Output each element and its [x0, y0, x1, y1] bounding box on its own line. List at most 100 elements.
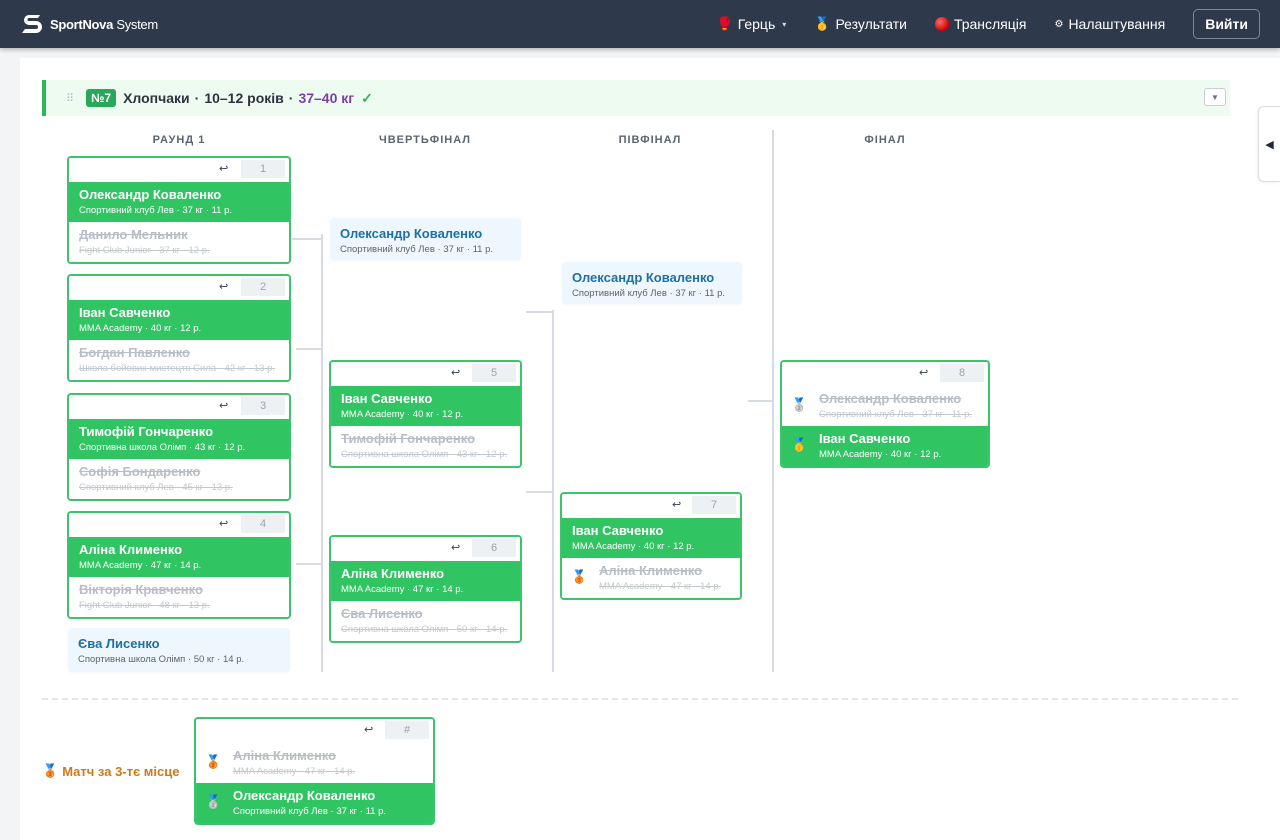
round-title-quarterfinal: ЧВЕРТЬФІНАЛ: [378, 134, 471, 146]
silver-medal-icon: 🥈: [791, 397, 808, 412]
match-card-8-final[interactable]: ↩ 8 🥈 Олександр Коваленко Спортивний клу…: [780, 360, 990, 468]
fighter-name: Іван Савченко: [341, 391, 433, 406]
undo-icon[interactable]: ↩: [451, 366, 460, 379]
match-loser-slot[interactable]: Єва Лисенко Спортивна школа Олімп · 50 к…: [331, 601, 520, 641]
top-navbar: SportNova System 🥊 Герць ▾ 🥇 Результати …: [0, 0, 1280, 48]
fighter-info: Спортивна школа Олімп · 43 кг · 12 р.: [341, 449, 508, 460]
third-place-label: 🥉 Матч за 3-тє місце: [42, 763, 179, 779]
bye-card-round1[interactable]: Єва Лисенко Спортивна школа Олімп · 50 к…: [68, 628, 290, 672]
nav-bout-label: Герць: [737, 16, 776, 32]
undo-icon[interactable]: ↩: [219, 162, 228, 175]
nav-broadcast[interactable]: Трансляція: [934, 16, 1027, 32]
match-winner-slot[interactable]: Іван Савченко MMA Academy · 40 кг · 12 р…: [562, 518, 740, 558]
fighter-info: Школа бойових мистецтв Сила · 42 кг · 13…: [79, 363, 275, 374]
bracket-connector: [296, 563, 322, 565]
match-card-1[interactable]: ↩ 1 Олександр Коваленко Спортивний клуб …: [67, 156, 291, 264]
nav-bout-dropdown[interactable]: 🥊 Герць ▾: [717, 16, 787, 32]
category-age: 10–12 років: [204, 90, 284, 106]
match-header: ↩ 4: [69, 513, 289, 537]
match-number: 8: [940, 364, 984, 382]
match-header: ↩ 5: [331, 362, 520, 386]
match-winner-slot[interactable]: Аліна Клименко MMA Academy · 47 кг · 14 …: [331, 561, 520, 601]
match-loser-slot[interactable]: Данило Мельник Fight Club Junior · 37 кг…: [69, 222, 289, 262]
fighter-info: Спортивна школа Олімп · 50 кг · 14 р.: [78, 654, 245, 665]
fighter-name: Аліна Клименко: [341, 566, 445, 581]
match-number: #: [385, 721, 429, 739]
match-header: ↩ 6: [331, 537, 520, 561]
match-loser-slot[interactable]: 🥈 Олександр Коваленко Спортивний клуб Ле…: [782, 386, 988, 426]
undo-icon[interactable]: ↩: [219, 280, 228, 293]
match-winner-slot[interactable]: Іван Савченко MMA Academy · 40 кг · 12 р…: [69, 300, 289, 340]
match-header: ↩ 1: [69, 158, 289, 182]
match-header: ↩ 8: [782, 362, 988, 386]
match-card-4[interactable]: ↩ 4 Аліна Клименко MMA Academy · 47 кг ·…: [67, 511, 291, 619]
round-title-1: РАУНД 1: [152, 134, 206, 146]
fighter-name: Олександр Коваленко: [340, 226, 483, 241]
nav-results[interactable]: 🥇 Результати: [814, 16, 907, 32]
main-nav: 🥊 Герць ▾ 🥇 Результати Трансляція ⚙ Нала…: [689, 0, 1260, 48]
side-panel-toggle[interactable]: ◀: [1258, 106, 1280, 182]
undo-icon[interactable]: ↩: [672, 498, 681, 511]
match-number: 3: [241, 397, 285, 415]
bracket-connector: [526, 311, 553, 313]
brand-logo-link[interactable]: SportNova System: [20, 11, 158, 37]
match-card-7[interactable]: ↩ 7 Іван Савченко MMA Academy · 40 кг · …: [560, 492, 742, 600]
match-loser-slot[interactable]: Богдан Павленко Школа бойових мистецтв С…: [69, 340, 289, 380]
logout-button[interactable]: Вийти: [1193, 9, 1260, 39]
match-winner-slot[interactable]: Аліна Клименко MMA Academy · 47 кг · 14 …: [69, 537, 289, 577]
boxing-glove-icon: 🥊: [716, 16, 733, 31]
fighter-info: Спортивний клуб Лев · 37 кг · 11 р.: [233, 806, 387, 817]
fighter-info: MMA Academy · 40 кг · 12 р.: [819, 449, 942, 460]
undo-icon[interactable]: ↩: [219, 517, 228, 530]
match-card-2[interactable]: ↩ 2 Іван Савченко MMA Academy · 40 кг · …: [67, 274, 291, 382]
advance-card-semifinal[interactable]: Олександр Коваленко Спортивний клуб Лев …: [562, 262, 742, 304]
fighter-info: Fight Club Junior · 37 кг · 12 р.: [79, 245, 210, 256]
match-loser-slot[interactable]: Вікторія Кравченко Fight Club Junior · 4…: [69, 577, 289, 617]
round1-connector-line: [321, 234, 323, 672]
undo-icon[interactable]: ↩: [364, 723, 373, 736]
match-loser-slot[interactable]: Софія Бондаренко Спортивний клуб Лев · 4…: [69, 459, 289, 499]
match-card-5[interactable]: ↩ 5 Іван Савченко MMA Academy · 40 кг · …: [329, 360, 522, 468]
nav-results-label: Результати: [835, 16, 907, 32]
fighter-info: Спортивний клуб Лев · 37 кг · 11 р.: [819, 409, 973, 420]
fighter-info: Спортивний клуб Лев · 37 кг · 11 р.: [79, 205, 233, 216]
match-number: 7: [692, 496, 736, 514]
bronze-medal-icon: 🥉: [571, 569, 588, 584]
fighter-name: Олександр Коваленко: [233, 788, 376, 803]
fighter-info: Спортивна школа Олімп · 43 кг · 12 р.: [79, 442, 246, 453]
match-card-3[interactable]: ↩ 3 Тимофій Гончаренко Спортивна школа О…: [67, 393, 291, 501]
fighter-name: Єва Лисенко: [341, 606, 423, 621]
nav-settings-label: Налаштування: [1068, 16, 1166, 32]
match-card-third-place[interactable]: ↩ # 🥉 Аліна Клименко MMA Academy · 47 кг…: [194, 717, 435, 825]
fighter-name: Тимофій Гончаренко: [79, 424, 214, 439]
advance-card-quarterfinal[interactable]: Олександр Коваленко Спортивний клуб Лев …: [330, 218, 521, 260]
drag-handle-icon[interactable]: ⠿: [66, 92, 80, 105]
undo-icon[interactable]: ↩: [219, 399, 228, 412]
match-card-6[interactable]: ↩ 6 Аліна Клименко MMA Academy · 47 кг ·…: [329, 535, 522, 643]
fighter-name: Вікторія Кравченко: [79, 582, 203, 597]
category-header: ⠿ №7 Хлопчаки · 10–12 років · 37–40 кг ✓…: [42, 80, 1230, 116]
match-loser-slot[interactable]: 🥉 Аліна Клименко MMA Academy · 47 кг · 1…: [562, 558, 740, 598]
fighter-name: Іван Савченко: [79, 305, 171, 320]
gear-icon: ⚙: [1054, 18, 1064, 30]
third-place-title: Матч за 3-тє місце: [62, 763, 180, 779]
bracket-connector: [296, 348, 322, 350]
category-number-badge: №7: [86, 89, 117, 107]
fighter-info: MMA Academy · 40 кг · 12 р.: [572, 541, 695, 552]
match-winner-slot[interactable]: Тимофій Гончаренко Спортивна школа Олімп…: [69, 419, 289, 459]
fighter-name: Аліна Клименко: [79, 542, 183, 557]
collapse-button[interactable]: ▼: [1204, 88, 1226, 106]
match-winner-slot[interactable]: 🥇 Іван Савченко MMA Academy · 40 кг · 12…: [782, 426, 988, 466]
match-header: ↩ 2: [69, 276, 289, 300]
match-header: ↩ 3: [69, 395, 289, 419]
match-loser-slot[interactable]: Тимофій Гончаренко Спортивна школа Олімп…: [331, 426, 520, 466]
match-winner-slot[interactable]: Олександр Коваленко Спортивний клуб Лев …: [69, 182, 289, 222]
undo-icon[interactable]: ↩: [451, 541, 460, 554]
undo-icon[interactable]: ↩: [919, 366, 928, 379]
nav-settings[interactable]: ⚙ Налаштування: [1054, 16, 1165, 32]
match-loser-slot[interactable]: 🥉 Аліна Клименко MMA Academy · 47 кг · 1…: [196, 743, 433, 783]
nav-broadcast-label: Трансляція: [953, 16, 1027, 32]
match-winner-slot[interactable]: Іван Савченко MMA Academy · 40 кг · 12 р…: [331, 386, 520, 426]
fighter-info: MMA Academy · 40 кг · 12 р.: [341, 409, 464, 420]
match-winner-slot[interactable]: 🥈 Олександр Коваленко Спортивний клуб Ле…: [196, 783, 433, 823]
